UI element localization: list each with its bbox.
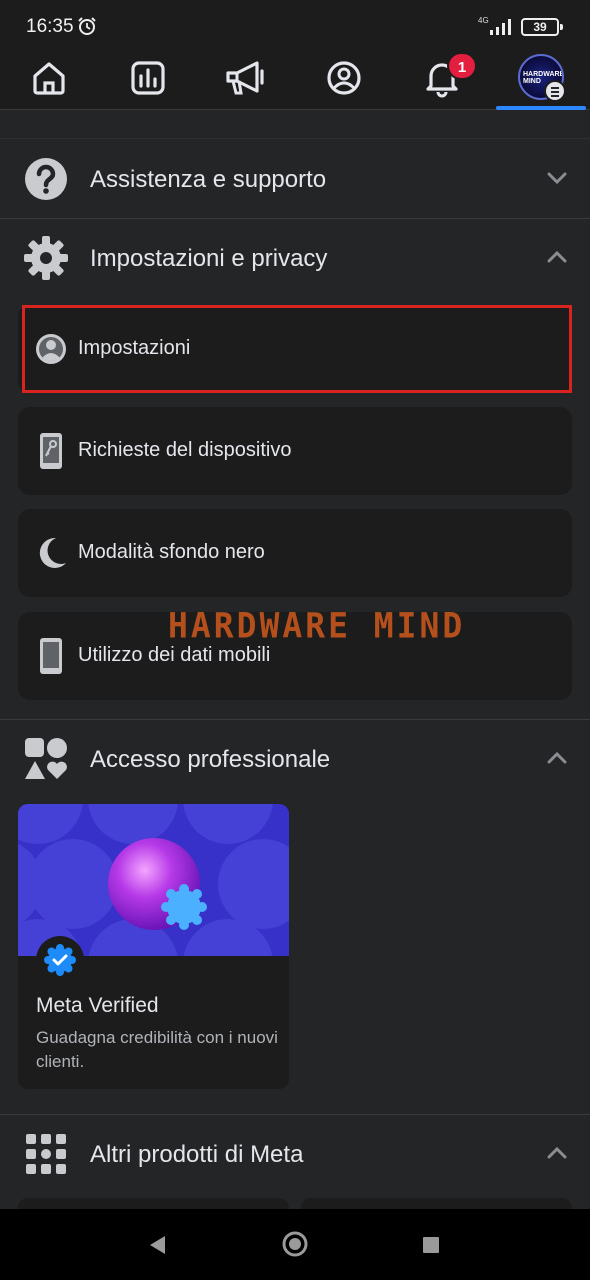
gear-icon xyxy=(24,236,68,280)
notification-badge: 1 xyxy=(447,52,477,80)
status-bar: 16:35 4G 39 xyxy=(0,0,590,52)
shapes-icon xyxy=(25,738,67,779)
profile-tab[interactable] xyxy=(316,52,372,104)
meta-verified-banner xyxy=(18,804,289,956)
section-help-support[interactable]: Assistenza e supporto xyxy=(0,140,590,218)
home-tab[interactable] xyxy=(21,52,77,104)
menu-item-device-requests[interactable]: Richieste del dispositivo xyxy=(18,407,572,495)
verified-badge-icon xyxy=(36,936,84,984)
section-settings-privacy[interactable]: Impostazioni e privacy xyxy=(0,219,590,297)
menu-lines-icon xyxy=(544,80,566,102)
ads-tab[interactable] xyxy=(218,52,274,104)
menu-item-label: Utilizzo dei dati mobili xyxy=(78,644,271,666)
phone-key-icon xyxy=(40,433,62,469)
menu-item-label: Richieste del dispositivo xyxy=(78,439,292,461)
status-time: 16:35 xyxy=(26,16,74,37)
megaphone-icon xyxy=(226,61,264,95)
menu-item-label: Modalità sfondo nero xyxy=(78,541,265,563)
card-description: Guadagna credibilità con i nuovi clienti… xyxy=(36,1028,278,1071)
recents-icon[interactable] xyxy=(422,1236,440,1254)
section-title: Assistenza e supporto xyxy=(90,166,327,193)
divider xyxy=(0,138,590,139)
profile-icon xyxy=(327,61,361,95)
highlight-box xyxy=(22,305,572,393)
home-button-icon[interactable] xyxy=(281,1230,309,1258)
home-icon xyxy=(33,62,65,95)
section-title: Altri prodotti di Meta xyxy=(90,1141,304,1168)
signal-icon xyxy=(490,19,511,35)
card-title: Meta Verified xyxy=(36,994,159,1017)
section-more-meta-products[interactable]: Altri prodotti di Meta xyxy=(0,1115,590,1193)
active-tab-indicator xyxy=(496,106,586,110)
watermark-text: HARDWARE MIND xyxy=(168,605,466,646)
banner-illustration xyxy=(18,804,289,956)
alarm-icon xyxy=(78,17,96,35)
section-title: Impostazioni e privacy xyxy=(90,245,328,272)
chart-icon xyxy=(131,61,165,95)
back-icon[interactable] xyxy=(147,1234,167,1256)
meta-verified-card[interactable]: Meta Verified Guadagna credibilità con i… xyxy=(18,804,289,1089)
section-professional-access[interactable]: Accesso professionale xyxy=(0,720,590,798)
system-navigation-bar xyxy=(0,1209,590,1280)
chevron-up-icon xyxy=(547,1146,567,1159)
battery-indicator: 39 xyxy=(521,18,563,36)
menu-item-dark-mode[interactable]: Modalità sfondo nero xyxy=(18,509,572,597)
mobile-phone-icon xyxy=(40,638,62,674)
section-title: Accesso professionale xyxy=(90,746,331,773)
moon-icon xyxy=(39,537,66,568)
top-navigation xyxy=(0,52,590,110)
grid-icon xyxy=(26,1134,66,1174)
question-icon xyxy=(25,158,67,200)
chevron-down-icon xyxy=(547,172,567,185)
chevron-up-icon xyxy=(547,751,567,764)
dashboard-tab[interactable] xyxy=(120,52,176,104)
chevron-up-icon xyxy=(547,250,567,263)
